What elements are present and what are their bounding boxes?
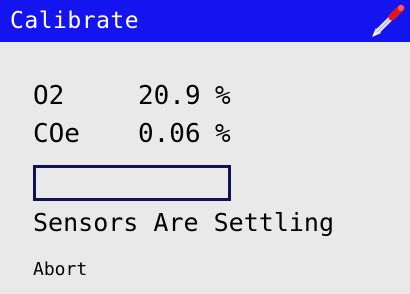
reading-row-o2: O2 20.9 % [33, 79, 231, 113]
settling-progress-bar [33, 165, 231, 201]
coe-unit: % [215, 119, 231, 149]
calibrate-screen: Calibrate O2 20.9 % COe 0.06 % Sensors A… [0, 0, 410, 294]
coe-value: 0.06 [138, 119, 201, 149]
screen-title: Calibrate [10, 8, 140, 34]
reading-row-coe: COe 0.06 % [33, 117, 231, 151]
o2-value: 20.9 [138, 81, 201, 111]
coe-label: COe [33, 119, 80, 149]
o2-unit: % [215, 81, 231, 111]
o2-label: O2 [33, 81, 65, 111]
abort-button[interactable]: Abort [33, 258, 87, 282]
probe-icon [372, 4, 405, 37]
status-message: Sensors Are Settling [33, 208, 335, 237]
title-bar: Calibrate [0, 0, 410, 42]
